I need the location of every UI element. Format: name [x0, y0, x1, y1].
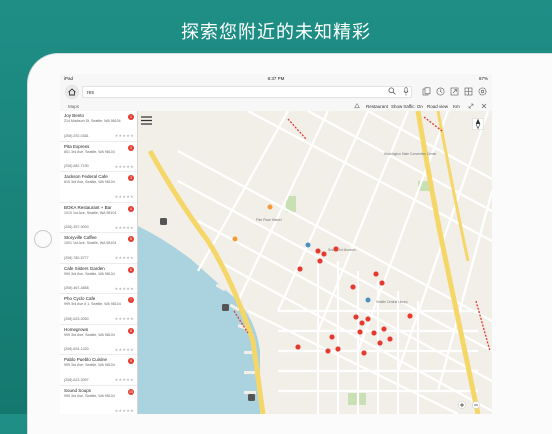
app-screen: iPad 6:37 PM 87% res Maps Restaurant Sho… — [60, 74, 492, 414]
map-label: Seattle Central Library — [376, 300, 408, 304]
list-item[interactable]: Jackson Federal Cafe 815 3rd Ave, Seattl… — [60, 172, 137, 203]
rating-stars-icon: ★★★★★ — [114, 255, 134, 260]
rating-stars-icon: ★★★★★ — [114, 163, 134, 169]
map-label: Pike Place Market — [256, 218, 282, 222]
rating-stars-icon: ★★★★★ — [114, 224, 134, 230]
place-name: Sound Soups — [64, 387, 92, 393]
settings-icon[interactable] — [478, 87, 487, 96]
rating-stars-icon: ★★★★★ — [114, 194, 134, 199]
rating-stars-icon: ★★★★★ — [114, 407, 134, 413]
result-number-badge: 1 — [128, 114, 134, 120]
copy-icon[interactable] — [422, 87, 431, 96]
home-button — [34, 230, 52, 248]
place-phone: (206) 623-3097 — [64, 377, 89, 382]
place-phone: (206) 467-4858 — [64, 286, 89, 290]
promo-headline: 探索您附近的未知精彩 — [181, 22, 371, 43]
history-icon[interactable] — [436, 87, 445, 96]
result-number-badge: 8 — [128, 327, 134, 334]
result-number-badge: 3 — [128, 175, 134, 181]
grid-icon[interactable] — [464, 87, 473, 96]
list-item[interactable]: Homegrown 999 3rd Ave, Seattle, WA 98104… — [60, 325, 137, 355]
result-number-badge: 7 — [128, 297, 134, 303]
place-address: 999 3rd Ave, Seattle, WA 98104 — [64, 363, 115, 367]
result-number-badge: 4 — [128, 205, 134, 212]
results-list: Joy Bento 214 Madison St, Seattle, WA 98… — [60, 111, 138, 414]
clock: 6:37 PM — [267, 76, 285, 81]
map-label: Washington State Convention Center — [384, 152, 437, 156]
place-name: Storyville Coffee — [64, 235, 97, 240]
place-phone: (206) 624-1320 — [64, 347, 89, 351]
place-address: 1001 1st Ave, Seattle, WA 98104 — [64, 241, 117, 245]
place-phone: (206) 682-7190 — [64, 164, 89, 168]
place-address: 999 3rd Ave, Seattle, WA 98104 — [64, 332, 115, 337]
place-name: Jackson Federal Cafe — [64, 174, 108, 179]
place-phone: (206) 780-5777 — [64, 255, 89, 260]
search-input[interactable]: res — [82, 86, 412, 98]
place-name: Homegrown — [64, 326, 89, 332]
place-address: 999 3rd Ave, Seattle, WA 98104 — [64, 271, 115, 276]
filter-restaurant[interactable]: Restaurant — [366, 104, 388, 109]
toolbar: res — [60, 83, 492, 102]
list-item[interactable]: Pho Cyclo Cafe 999 3rd Ave # 1, Seattle,… — [60, 294, 137, 325]
tab-maps[interactable]: Maps — [68, 104, 79, 109]
place-address: 999 3rd Ave, Seattle, WA 98104 — [64, 393, 115, 398]
rating-stars-icon: ★★★★★ — [114, 316, 134, 321]
place-address: 1010 1st Ave, Seattle, WA 98104 — [64, 210, 117, 215]
compass-icon[interactable] — [472, 118, 484, 130]
share-icon[interactable] — [450, 87, 459, 96]
result-number-badge: 2 — [128, 144, 134, 151]
place-phone: (206) 623-3050 — [64, 316, 89, 321]
search-icon[interactable] — [388, 87, 396, 95]
map-label: Seattle Art Museum — [328, 248, 356, 252]
place-address: 214 Madison St, Seattle, WA 98104 — [64, 119, 121, 123]
list-item[interactable]: Sound Soups 999 3rd Ave, Seattle, WA 981… — [60, 386, 137, 415]
result-number-badge: 10 — [128, 388, 134, 395]
result-number-badge: 6 — [128, 266, 134, 273]
microphone-icon[interactable] — [403, 87, 409, 96]
status-bar: iPad 6:37 PM 87% — [60, 74, 492, 83]
unit-toggle[interactable]: Km — [453, 104, 460, 109]
rating-stars-icon: ★★★★★ — [114, 285, 134, 291]
rating-stars-icon: ★★★★★ — [114, 133, 134, 138]
place-phone: (206) 357-9000 — [64, 225, 89, 229]
home-icon[interactable] — [65, 85, 79, 99]
place-name: Pho Cyclo Cafe — [64, 296, 96, 301]
zoom-in-icon[interactable] — [458, 401, 466, 409]
battery-level: 87% — [478, 76, 488, 81]
place-address: 999 3rd Ave # 1, Seattle, WA 98104 — [64, 302, 121, 306]
expand-icon[interactable] — [468, 103, 474, 109]
toggle-traffic[interactable]: Show traffic: On — [391, 104, 423, 109]
rating-stars-icon: ★★★★★ — [114, 346, 134, 352]
place-name: BOKA Restaurant + Bar — [64, 204, 112, 210]
place-name: Cafe Sisters Garden — [64, 265, 105, 271]
close-icon[interactable] — [481, 103, 487, 109]
result-number-badge: 5 — [128, 236, 134, 242]
recycle-icon[interactable] — [354, 103, 360, 109]
list-item[interactable]: Storyville Coffee 1001 1st Ave, Seattle,… — [60, 233, 137, 264]
result-number-badge: 9 — [128, 358, 134, 364]
list-item[interactable]: BOKA Restaurant + Bar 1010 1st Ave, Seat… — [60, 203, 137, 233]
road-view-button[interactable]: Road view — [427, 104, 448, 109]
place-name: Pita Express — [64, 143, 90, 149]
place-name: Pablo Pueblo Cuisine — [64, 357, 108, 362]
place-phone: (206) 292-0381 — [64, 133, 89, 138]
rating-stars-icon: ★★★★★ — [114, 377, 134, 382]
zoom-out-icon[interactable] — [472, 401, 480, 409]
list-item[interactable]: Pablo Pueblo Cuisine 999 3rd Ave, Seattl… — [60, 355, 137, 386]
map-view[interactable]: Washington State Convention Center Seatt… — [138, 111, 492, 414]
list-item[interactable]: Cafe Sisters Garden 999 3rd Ave, Seattle… — [60, 264, 137, 294]
place-name: Joy Bento — [64, 113, 85, 118]
list-item[interactable]: Pita Express 801 3rd Ave, Seattle, WA 98… — [60, 142, 137, 172]
place-address: 815 3rd Ave, Seattle, WA 98104 — [64, 180, 115, 184]
menu-icon[interactable] — [141, 116, 152, 125]
place-address: 801 3rd Ave, Seattle, WA 98104 — [64, 149, 115, 154]
list-item[interactable]: Joy Bento 214 Madison St, Seattle, WA 98… — [60, 111, 137, 142]
